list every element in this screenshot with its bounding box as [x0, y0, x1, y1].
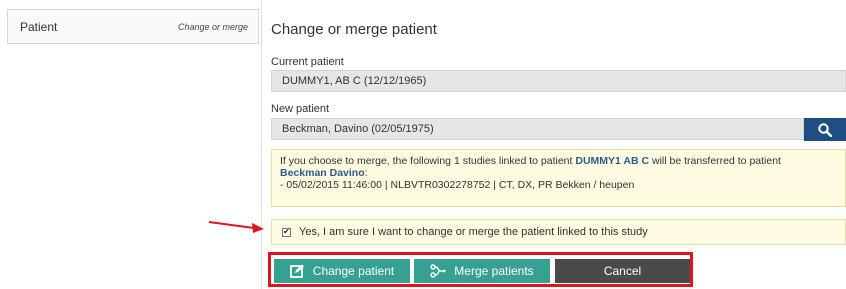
info-colon: :: [364, 167, 368, 179]
info-text-part: studies linked to patient: [459, 155, 576, 167]
sidebar: Patient Change or merge: [0, 0, 262, 289]
to-patient-name: Beckman Davino: [280, 167, 365, 179]
merge-icon: [430, 264, 446, 278]
current-patient-label: Current patient: [271, 56, 344, 68]
page-title: Change or merge patient: [271, 21, 437, 38]
study-line: - 05/02/2015 11:46:00 | NLBVTR0302278752…: [280, 179, 635, 191]
search-button[interactable]: [804, 118, 846, 141]
info-text-part: If you choose to merge, the following: [280, 155, 454, 167]
action-buttons-highlight: Change patient Merge patients Cancel: [268, 252, 693, 287]
edit-icon: [289, 264, 305, 278]
from-patient-name: DUMMY1 AB C: [575, 155, 650, 167]
search-icon: [818, 122, 832, 137]
merge-info-text: If you choose to merge, the following 1 …: [280, 155, 837, 167]
info-text-part: will be transferred to patient: [649, 155, 781, 167]
sidebar-item-label: Patient: [20, 19, 58, 34]
new-patient-field[interactable]: Beckman, Davino (02/05/1975): [271, 118, 804, 140]
confirm-label: Yes, I am sure I want to change or merge…: [299, 226, 648, 238]
to-patient-line: Beckman Davino:: [280, 167, 837, 179]
sidebar-item-patient[interactable]: Patient Change or merge: [7, 9, 259, 44]
confirm-checkbox[interactable]: ✔: [282, 227, 291, 237]
new-patient-value: Beckman, Davino (02/05/1975): [282, 123, 434, 135]
main-panel: Change or merge patient Current patient …: [262, 0, 846, 289]
merge-info-box: If you choose to merge, the following 1 …: [271, 149, 846, 207]
current-patient-value: DUMMY1, AB C (12/12/1965): [282, 75, 427, 87]
red-arrow-icon: [208, 221, 264, 233]
cancel-button[interactable]: Cancel: [555, 259, 690, 283]
cancel-label: Cancel: [603, 264, 642, 278]
current-patient-field: DUMMY1, AB C (12/12/1965): [271, 70, 846, 92]
sidebar-item-link[interactable]: Change or merge: [178, 22, 248, 32]
confirm-box: ✔ Yes, I am sure I want to change or mer…: [271, 219, 846, 245]
change-patient-label: Change patient: [312, 264, 395, 278]
merge-patients-button[interactable]: Merge patients: [414, 259, 550, 283]
new-patient-label: New patient: [271, 103, 330, 115]
merge-patients-label: Merge patients: [454, 264, 534, 278]
change-patient-button[interactable]: Change patient: [274, 259, 410, 283]
